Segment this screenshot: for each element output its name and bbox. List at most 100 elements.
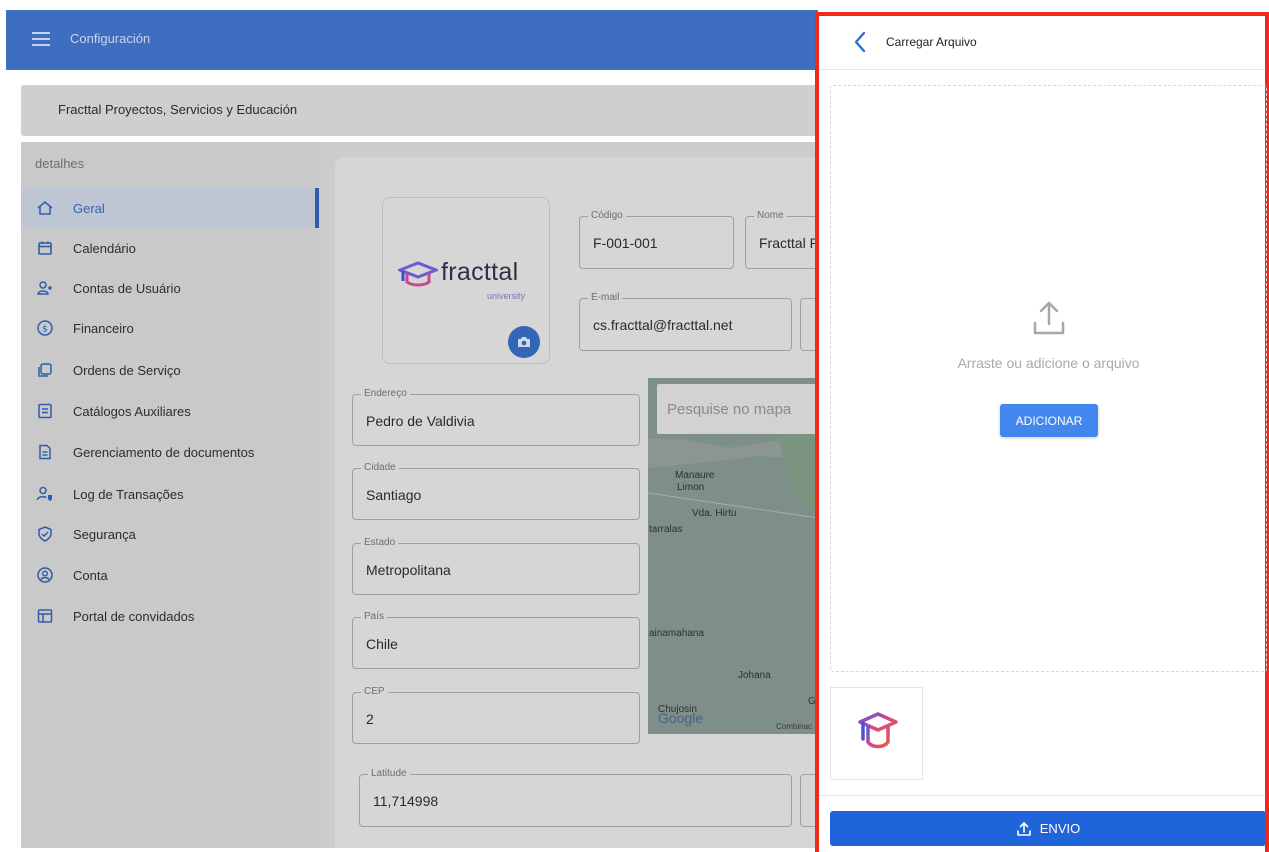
settings-sidebar: detalhes Geral Calendário Contas de Usuá… bbox=[21, 142, 319, 848]
cep-value: 2 bbox=[366, 711, 374, 727]
nome-value: Fracttal P bbox=[759, 235, 819, 251]
codigo-label: Código bbox=[588, 210, 626, 221]
map-search-input[interactable]: Pesquise no mapa bbox=[657, 384, 818, 434]
sidebar-item-financeiro[interactable]: $ Financeiro bbox=[21, 308, 319, 348]
organization-header: Fracttal Proyectos, Servicios y Educació… bbox=[21, 85, 818, 136]
sidebar-item-label: Log de Transações bbox=[73, 486, 184, 502]
catalog-icon bbox=[36, 402, 54, 420]
email-label: E-mail bbox=[588, 292, 623, 303]
map-place-label: tarralas bbox=[649, 524, 683, 535]
sidebar-item-label: Ordens de Serviço bbox=[73, 362, 181, 378]
latitude-label: Latitude bbox=[368, 768, 410, 779]
chevron-left-icon bbox=[854, 31, 866, 53]
sidebar-item-ordens-de-servico[interactable]: Ordens de Serviço bbox=[21, 350, 319, 390]
panel-title: Carregar Arquivo bbox=[886, 35, 977, 49]
sidebar-item-label: Geral bbox=[73, 200, 105, 216]
estado-label: Estado bbox=[361, 537, 399, 548]
email-field[interactable]: E-mail cs.fracttal@fracttal.net bbox=[579, 292, 792, 351]
estado-value: Metropolitana bbox=[366, 562, 451, 578]
copy-icon bbox=[36, 361, 54, 379]
camera-icon bbox=[518, 337, 530, 347]
sidebar-item-label: Financeiro bbox=[73, 320, 134, 336]
menu-icon[interactable] bbox=[32, 32, 50, 46]
dropzone-instructions: Arraste ou adicione o arquivo bbox=[957, 355, 1140, 371]
sidebar-item-label: Conta bbox=[73, 567, 108, 583]
graduation-cap-icon bbox=[398, 261, 438, 287]
send-button-label: ENVIO bbox=[1039, 821, 1081, 836]
layout-icon bbox=[36, 607, 54, 625]
map-place-label: Johana bbox=[738, 670, 771, 681]
calendar-icon bbox=[36, 239, 54, 257]
add-file-button[interactable]: ADICIONAR bbox=[1000, 404, 1098, 437]
logo-subtitle: university bbox=[487, 291, 526, 301]
cidade-field[interactable]: Cidade Santiago bbox=[352, 462, 640, 520]
sidebar-item-conta[interactable]: Conta bbox=[21, 555, 319, 595]
back-button[interactable] bbox=[849, 29, 871, 55]
estado-field[interactable]: Estado Metropolitana bbox=[352, 537, 640, 595]
cidade-label: Cidade bbox=[361, 462, 399, 473]
endereco-value: Pedro de Valdivia bbox=[366, 413, 475, 429]
latitude-field[interactable]: Latitude 11,714998 bbox=[359, 768, 792, 827]
pais-label: País bbox=[361, 611, 388, 622]
map-place-label: Limon bbox=[677, 482, 705, 493]
upload-icon bbox=[1033, 301, 1065, 335]
latitude-value: 11,714998 bbox=[373, 793, 439, 809]
svg-text:$: $ bbox=[42, 325, 48, 335]
sidebar-item-label: Calendário bbox=[73, 240, 136, 256]
graduation-cap-icon bbox=[858, 712, 898, 749]
email-value: cs.fracttal@fracttal.net bbox=[593, 317, 733, 333]
nome-label: Nome bbox=[754, 210, 787, 221]
sidebar-item-log-de-transacoes[interactable]: Log de Transações bbox=[21, 474, 319, 514]
add-user-icon bbox=[36, 279, 54, 297]
sidebar-item-label: Gerenciamento de documentos bbox=[73, 444, 255, 460]
sidebar-item-calendario[interactable]: Calendário bbox=[21, 228, 319, 268]
pais-field[interactable]: País Chile bbox=[352, 611, 640, 669]
dollar-icon: $ bbox=[36, 319, 54, 337]
screen: Configuración Fracttal Proyectos, Servic… bbox=[0, 0, 1269, 852]
sidebar-item-geral[interactable]: Geral bbox=[21, 188, 319, 228]
send-button[interactable]: ENVIO bbox=[830, 811, 1266, 846]
user-shield-icon bbox=[36, 485, 54, 503]
page-title: Configuración bbox=[70, 31, 151, 46]
pais-value: Chile bbox=[366, 636, 398, 652]
sidebar-item-seguranca[interactable]: Segurança bbox=[21, 514, 319, 554]
account-icon bbox=[36, 566, 54, 584]
google-logo: Google bbox=[658, 710, 704, 726]
sidebar-item-label: Segurança bbox=[73, 526, 136, 542]
change-photo-button[interactable] bbox=[508, 326, 540, 358]
logo-wordmark: fracttal bbox=[441, 258, 519, 286]
shield-check-icon bbox=[36, 525, 54, 543]
panel-header: Carregar Arquivo bbox=[819, 16, 1265, 70]
sidebar-item-gerenciamento-de-documentos[interactable]: Gerenciamento de documentos bbox=[21, 432, 319, 472]
sidebar-item-portal-de-convidados[interactable]: Portal de convidados bbox=[21, 596, 319, 636]
sidebar-item-contas-de-usuario[interactable]: Contas de Usuário bbox=[21, 268, 319, 308]
organization-name: Fracttal Proyectos, Servicios y Educació… bbox=[58, 102, 298, 117]
endereco-field[interactable]: Endereço Pedro de Valdivia bbox=[352, 388, 640, 446]
sidebar-item-catalogos-auxiliares[interactable]: Catálogos Auxiliares bbox=[21, 391, 319, 431]
document-icon bbox=[36, 443, 54, 461]
cep-field[interactable]: CEP 2 bbox=[352, 686, 640, 744]
map-shortcuts-label: Combinac bbox=[776, 722, 813, 731]
home-icon bbox=[36, 199, 54, 217]
panel-divider bbox=[819, 795, 1265, 796]
upload-icon bbox=[1016, 821, 1031, 836]
sidebar-item-label: Catálogos Auxiliares bbox=[73, 403, 191, 419]
cep-label: CEP bbox=[361, 686, 388, 697]
map-search-placeholder: Pesquise no mapa bbox=[667, 401, 792, 418]
sidebar-heading: detalhes bbox=[35, 156, 85, 171]
file-dropzone[interactable]: Arraste ou adicione o arquivo ADICIONAR bbox=[830, 85, 1267, 672]
endereco-label: Endereço bbox=[361, 388, 410, 399]
file-thumbnail[interactable] bbox=[830, 687, 923, 780]
cidade-value: Santiago bbox=[366, 487, 422, 503]
top-app-bar: Configuración bbox=[6, 10, 818, 70]
map-place-label: ainamahana bbox=[649, 628, 705, 639]
codigo-value: F-001-001 bbox=[593, 235, 658, 251]
sidebar-item-label: Contas de Usuário bbox=[73, 280, 181, 296]
sidebar-item-label: Portal de convidados bbox=[73, 608, 195, 624]
map-place-label: Manaure bbox=[675, 470, 715, 481]
codigo-field[interactable]: Código F-001-001 bbox=[579, 210, 734, 269]
company-logo-box: fracttal university bbox=[382, 197, 550, 364]
location-map[interactable]: Pesquise no mapa Manaure Limon Vda. Hirt… bbox=[648, 378, 818, 734]
upload-file-panel: Carregar Arquivo Arraste ou adicione o a… bbox=[815, 12, 1269, 852]
map-place-label: Vda. Hirtu bbox=[692, 508, 737, 519]
